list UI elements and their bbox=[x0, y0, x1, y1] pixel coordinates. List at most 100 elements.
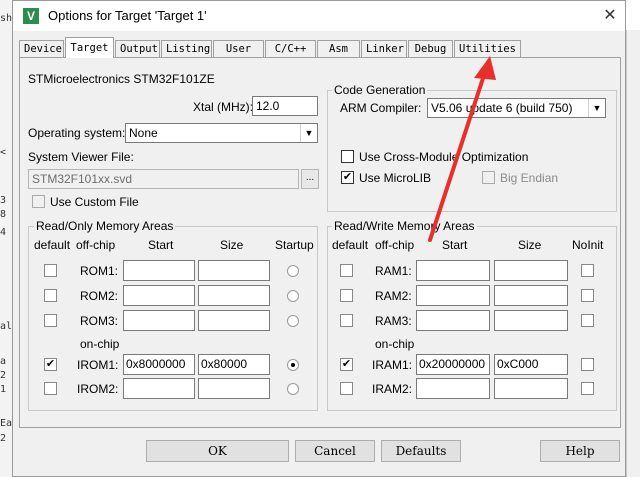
iram1-noinit-checkbox[interactable] bbox=[581, 358, 594, 371]
rom3-startup-radio[interactable] bbox=[287, 315, 299, 327]
rom-legend: Read/Only Memory Areas bbox=[34, 219, 176, 233]
big-endian-checkbox[interactable] bbox=[482, 171, 495, 184]
rom2-size-input[interactable] bbox=[198, 285, 270, 306]
ram-header-noinit: NoInit bbox=[572, 238, 604, 252]
xtal-input[interactable]: 12.0 bbox=[252, 96, 318, 116]
ram2-start-input[interactable] bbox=[416, 285, 490, 306]
ok-button[interactable]: OK bbox=[146, 440, 289, 462]
gutter-text: < bbox=[0, 147, 7, 158]
ram-header-start: Start bbox=[442, 238, 468, 252]
ram3-default-checkbox[interactable] bbox=[340, 314, 353, 327]
tab-linker[interactable]: Linker bbox=[361, 40, 407, 57]
tab-c-cpp[interactable]: C/C++ bbox=[265, 40, 316, 57]
ram-header-offchip: off-chip bbox=[375, 238, 415, 252]
microlib-checkbox[interactable]: ✔ bbox=[341, 171, 354, 184]
irom1-start-input[interactable]: 0x8000000 bbox=[123, 354, 195, 375]
compiler-select[interactable]: V5.06 update 6 (build 750) ▼ bbox=[427, 98, 606, 118]
tab-listing[interactable]: Listing bbox=[161, 40, 212, 57]
ram1-size-input[interactable] bbox=[494, 260, 568, 281]
compiler-select-value: V5.06 update 6 (build 750) bbox=[431, 101, 573, 115]
svd-input[interactable]: STM32F101xx.svd bbox=[28, 169, 299, 189]
compiler-label: ARM Compiler: bbox=[340, 101, 422, 115]
browse-button[interactable]: ... bbox=[301, 169, 319, 189]
ram-header-default: default bbox=[332, 238, 369, 252]
tab-asm[interactable]: Asm bbox=[317, 40, 360, 57]
irom2-start-input[interactable] bbox=[123, 378, 195, 399]
ram1-start-input[interactable] bbox=[416, 260, 490, 281]
tab-output[interactable]: Output bbox=[115, 40, 160, 57]
ram-legend: Read/Write Memory Areas bbox=[332, 219, 477, 233]
irom2-size-input[interactable] bbox=[198, 378, 270, 399]
iram1-start-input[interactable]: 0x20000000 bbox=[416, 354, 490, 375]
iram2-default-checkbox[interactable] bbox=[340, 382, 353, 395]
tab-target[interactable]: Target bbox=[65, 37, 114, 58]
target-tab-page: STMicroelectronics STM32F101ZE Xtal (MHz… bbox=[19, 58, 621, 428]
iram1-label: IRAM1: bbox=[372, 358, 413, 372]
rom1-startup-radio[interactable] bbox=[287, 265, 299, 277]
iram1-size-input[interactable]: 0xC000 bbox=[494, 354, 568, 375]
custom-file-checkbox[interactable] bbox=[32, 195, 45, 208]
iram2-start-input[interactable] bbox=[416, 378, 490, 399]
tab-device[interactable]: Device bbox=[19, 40, 64, 57]
irom1-default-checkbox[interactable]: ✔ bbox=[44, 358, 57, 371]
rom-header-start: Start bbox=[148, 238, 174, 252]
gutter-text: 3 bbox=[0, 195, 7, 206]
rom3-start-input[interactable] bbox=[123, 310, 195, 331]
gutter-text: 2 bbox=[0, 370, 7, 381]
svd-label: System Viewer File: bbox=[28, 150, 134, 164]
irom2-default-checkbox[interactable] bbox=[44, 382, 57, 395]
rom2-start-input[interactable] bbox=[123, 285, 195, 306]
ram3-start-input[interactable] bbox=[416, 310, 490, 331]
gutter-text: 8 bbox=[0, 209, 7, 220]
irom1-size-input[interactable]: 0x80000 bbox=[198, 354, 270, 375]
cross-module-label: Use Cross-Module Optimization bbox=[359, 150, 529, 164]
iram1-default-checkbox[interactable]: ✔ bbox=[340, 358, 353, 371]
rom2-startup-radio[interactable] bbox=[287, 290, 299, 302]
ram-onchip-label: on-chip bbox=[375, 337, 415, 351]
ram3-size-input[interactable] bbox=[494, 310, 568, 331]
irom2-label: IROM2: bbox=[77, 382, 119, 396]
rom1-default-checkbox[interactable] bbox=[44, 264, 57, 277]
rom-header-size: Size bbox=[220, 238, 244, 252]
rom1-label: ROM1: bbox=[80, 264, 119, 278]
rom2-label: ROM2: bbox=[80, 289, 119, 303]
iram2-size-input[interactable] bbox=[494, 378, 568, 399]
os-label: Operating system: bbox=[28, 126, 126, 140]
rom-header-startup: Startup bbox=[275, 238, 314, 252]
tab-debug[interactable]: Debug bbox=[408, 40, 453, 57]
ram3-noinit-checkbox[interactable] bbox=[581, 314, 594, 327]
ram1-noinit-checkbox[interactable] bbox=[581, 264, 594, 277]
rom1-size-input[interactable] bbox=[198, 260, 270, 281]
gutter-text: 1 bbox=[0, 384, 7, 395]
ram1-label: RAM1: bbox=[375, 264, 412, 278]
close-button[interactable]: ✕ bbox=[599, 6, 621, 26]
cross-module-checkbox[interactable] bbox=[341, 150, 354, 163]
iram2-noinit-checkbox[interactable] bbox=[581, 382, 594, 395]
rom3-label: ROM3: bbox=[80, 314, 119, 328]
xtal-label: Xtal (MHz): bbox=[193, 100, 253, 114]
os-select[interactable]: None ▼ bbox=[125, 123, 318, 143]
os-select-value: None bbox=[129, 126, 158, 140]
ram1-default-checkbox[interactable] bbox=[340, 264, 353, 277]
ram3-label: RAM3: bbox=[375, 314, 412, 328]
rom1-start-input[interactable] bbox=[123, 260, 195, 281]
rom3-default-checkbox[interactable] bbox=[44, 314, 57, 327]
irom2-startup-radio[interactable] bbox=[287, 383, 299, 395]
rom2-default-checkbox[interactable] bbox=[44, 289, 57, 302]
ram2-size-input[interactable] bbox=[494, 285, 568, 306]
rom3-size-input[interactable] bbox=[198, 310, 270, 331]
dialog-title: Options for Target 'Target 1' bbox=[48, 8, 207, 23]
irom1-startup-radio[interactable] bbox=[287, 359, 299, 371]
irom1-label: IROM1: bbox=[77, 358, 119, 372]
ram2-default-checkbox[interactable] bbox=[340, 289, 353, 302]
chevron-down-icon: ▼ bbox=[300, 124, 317, 142]
help-button[interactable]: Help bbox=[540, 440, 620, 462]
cancel-button[interactable]: Cancel bbox=[295, 440, 375, 462]
options-dialog: V Options for Target 'Target 1' ✕ Device… bbox=[12, 0, 626, 477]
tab-user[interactable]: User bbox=[213, 40, 264, 57]
rom-header-offchip: off-chip bbox=[76, 238, 116, 252]
tab-utilities[interactable]: Utilities bbox=[454, 40, 521, 57]
defaults-button[interactable]: Defaults bbox=[381, 440, 461, 462]
background-editor-scrollbar bbox=[626, 30, 640, 477]
ram2-noinit-checkbox[interactable] bbox=[581, 289, 594, 302]
